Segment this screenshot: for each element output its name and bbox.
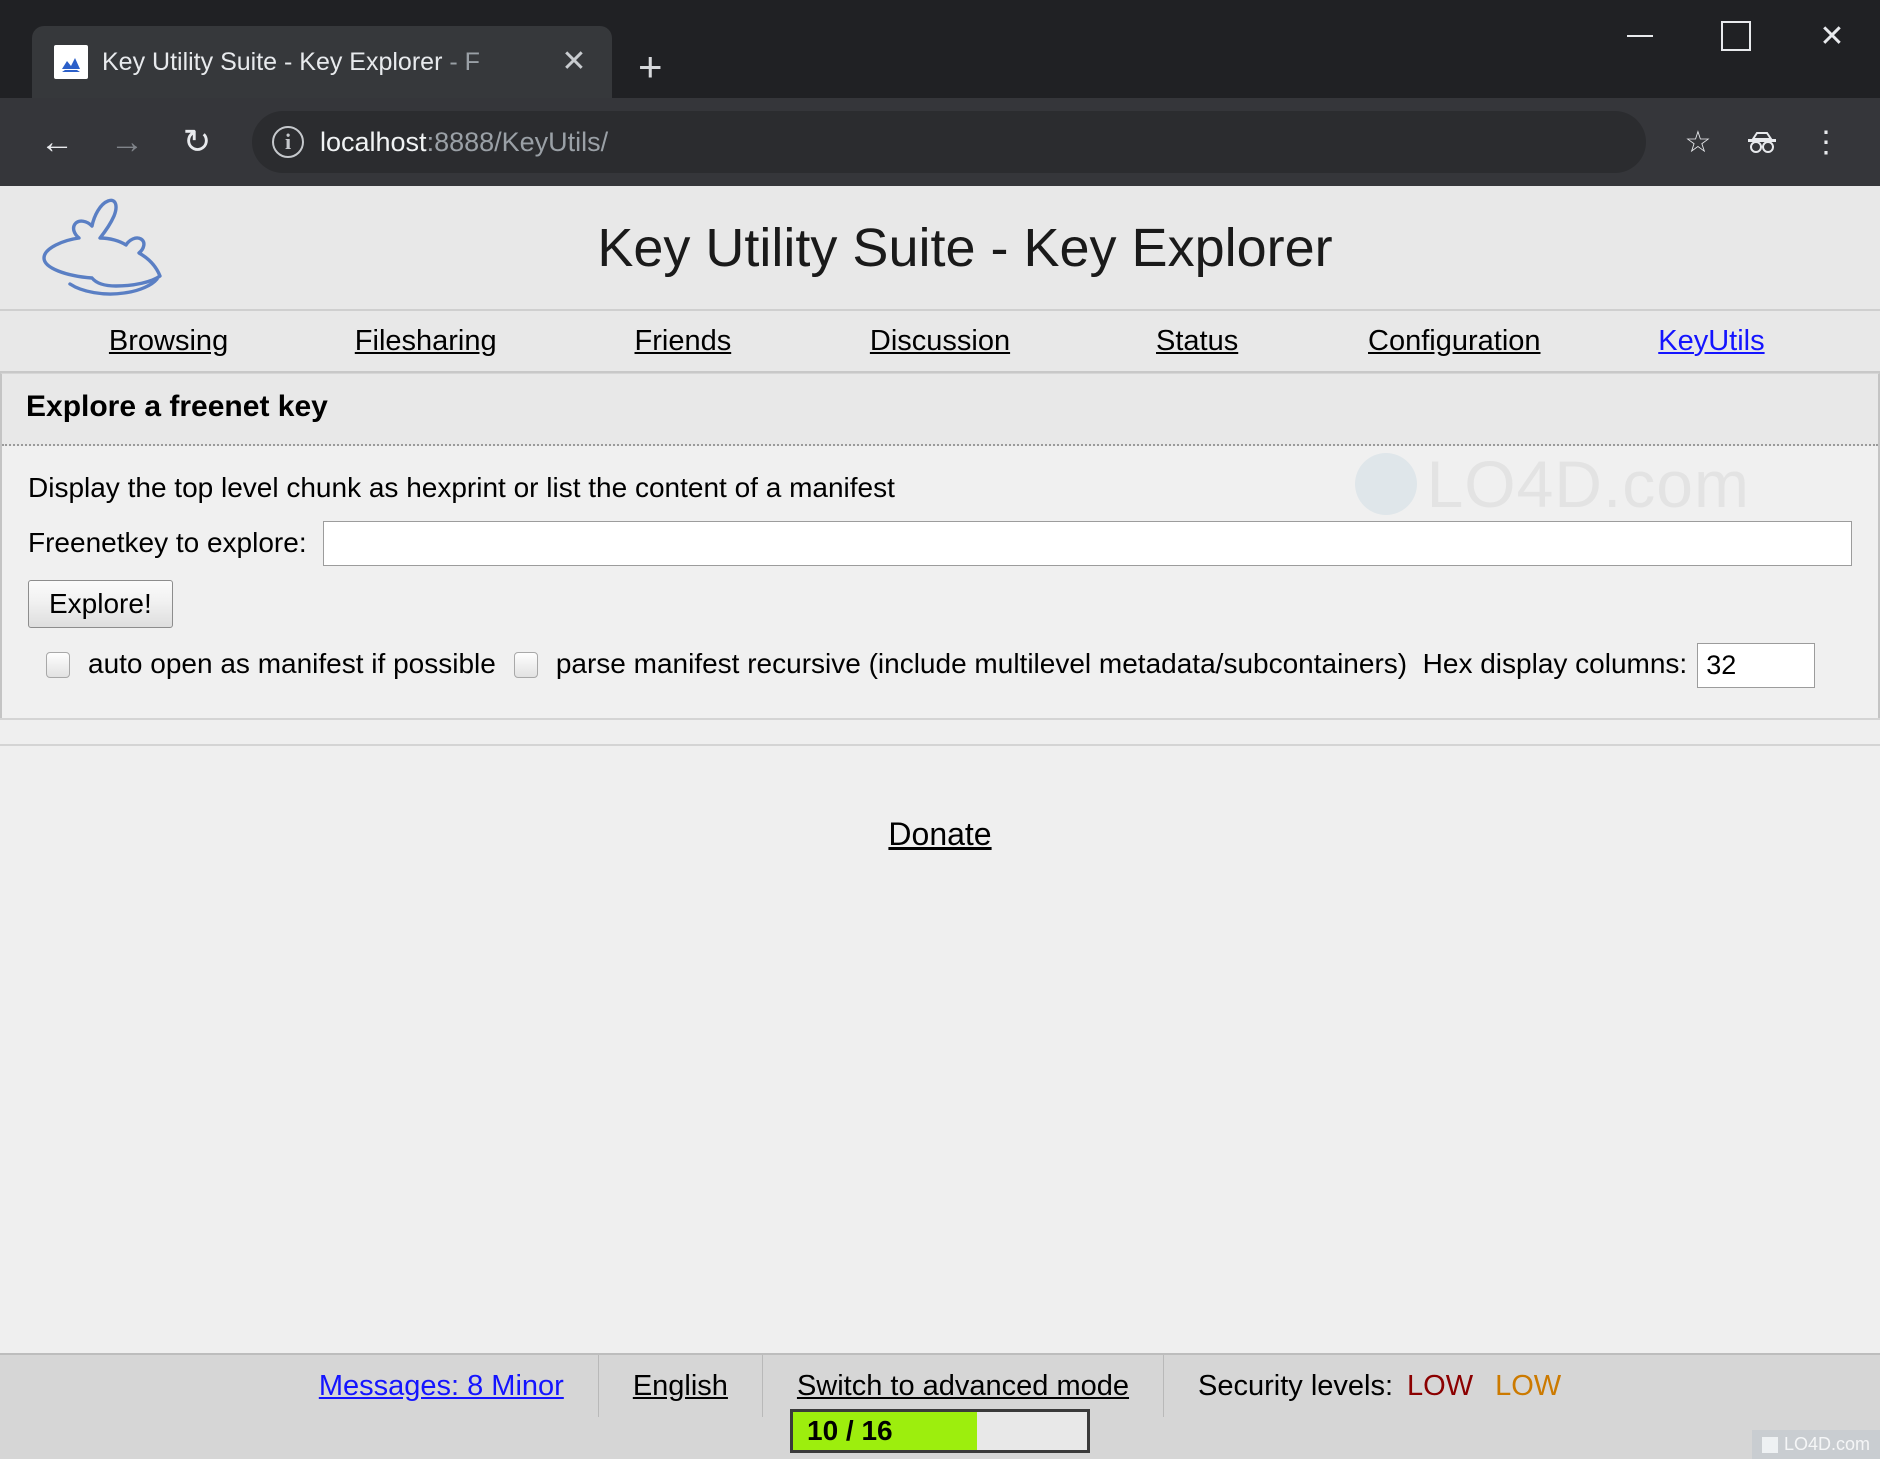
security-levels-label: Security levels:	[1198, 1369, 1394, 1402]
browser-window: Key Utility Suite - Key Explorer - F ✕ +…	[0, 0, 1880, 1459]
freenet-favicon	[54, 45, 88, 79]
browser-toolbar: ← → ↻ i localhost:8888/KeyUtils/ ☆ ⋮	[0, 98, 1880, 186]
nav-item-status[interactable]: Status	[1069, 325, 1326, 358]
browser-menu-icon[interactable]: ⋮	[1798, 114, 1854, 170]
close-tab-icon[interactable]: ✕	[556, 47, 592, 77]
tab-title: Key Utility Suite - Key Explorer - F	[102, 47, 480, 76]
parse-recursive-checkbox[interactable]	[513, 652, 538, 679]
browser-tab[interactable]: Key Utility Suite - Key Explorer - F ✕	[32, 26, 612, 98]
incognito-icon[interactable]	[1734, 114, 1790, 170]
language-link[interactable]: English	[633, 1370, 728, 1403]
bookmark-star-icon[interactable]: ☆	[1670, 114, 1726, 170]
options-row: auto open as manifest if possible parse m…	[28, 642, 1852, 688]
peers-progress-label: 10 / 16	[807, 1415, 893, 1446]
site-header: Key Utility Suite - Key Explorer LO4D.co…	[0, 186, 1880, 521]
security-network-badge: LOW	[1407, 1369, 1474, 1402]
key-form-row: Freenetkey to explore:	[28, 520, 1852, 566]
explore-button[interactable]: Explore!	[28, 579, 173, 628]
maximize-window-icon[interactable]	[1688, 0, 1784, 72]
hex-columns-input[interactable]	[1697, 642, 1816, 688]
switch-mode-link[interactable]: Switch to advanced mode	[797, 1370, 1129, 1403]
auto-open-manifest-checkbox[interactable]	[46, 652, 70, 679]
page-content: Key Utility Suite - Key Explorer LO4D.co…	[0, 186, 1880, 1459]
explore-button-row: Explore!	[28, 579, 1852, 642]
footer-language-cell: English	[599, 1355, 763, 1417]
site-footer: Messages: 8 Minor English Switch to adva…	[0, 1353, 1880, 1459]
close-window-icon[interactable]: ✕	[1784, 0, 1880, 72]
freenet-rabbit-logo	[0, 192, 230, 304]
reload-icon[interactable]: ↻	[166, 111, 228, 173]
panel-heading: Explore a freenet key	[2, 374, 1878, 446]
browser-titlebar: Key Utility Suite - Key Explorer - F ✕ +…	[0, 0, 1880, 98]
nav-item-configuration[interactable]: Configuration	[1326, 325, 1583, 358]
nav-item-filesharing[interactable]: Filesharing	[297, 325, 554, 358]
site-nav: Browsing Filesharing Friends Discussion …	[0, 311, 1880, 373]
page-viewport: Key Utility Suite - Key Explorer LO4D.co…	[0, 186, 1880, 1459]
watermark-corner: LO4D.com	[1751, 1430, 1880, 1459]
nav-item-discussion[interactable]: Discussion	[811, 325, 1068, 358]
freenet-key-input[interactable]	[322, 520, 1852, 566]
explore-key-panel: Explore a freenet key Display the top le…	[0, 373, 1880, 718]
donate-link[interactable]: Donate	[888, 816, 991, 860]
minimize-window-icon[interactable]	[1592, 0, 1688, 72]
footer-messages-cell: Messages: 8 Minor	[285, 1355, 599, 1417]
hex-columns-label: Hex display columns:	[1422, 647, 1688, 679]
parse-recursive-label: parse manifest recursive (include multil…	[555, 647, 1408, 679]
forward-icon[interactable]: →	[96, 111, 158, 173]
footer-security-cell: Security levels: LOW LOW	[1164, 1355, 1595, 1417]
address-bar[interactable]: i localhost:8888/KeyUtils/	[252, 111, 1646, 173]
nav-item-browsing[interactable]: Browsing	[40, 325, 297, 358]
new-tab-button[interactable]: +	[638, 46, 663, 88]
window-controls: ✕	[1592, 0, 1880, 72]
donate-section: Donate LO4D.com	[0, 745, 1880, 1353]
messages-link[interactable]: Messages: 8 Minor	[319, 1370, 564, 1403]
nav-item-keyutils[interactable]: KeyUtils	[1583, 325, 1840, 358]
address-bar-url: localhost:8888/KeyUtils/	[320, 126, 609, 157]
peers-progress-bar: 10 / 16	[790, 1409, 1090, 1453]
back-icon[interactable]: ←	[26, 111, 88, 173]
section-divider	[0, 717, 1880, 746]
security-physical-badge: LOW	[1495, 1369, 1562, 1402]
nav-item-friends[interactable]: Friends	[554, 325, 811, 358]
site-info-icon[interactable]: i	[272, 126, 304, 158]
footer-mode-cell: Switch to advanced mode	[763, 1355, 1165, 1417]
page-title: Key Utility Suite - Key Explorer	[597, 217, 1333, 278]
panel-description: Display the top level chunk as hexprint …	[28, 472, 895, 503]
auto-open-manifest-label: auto open as manifest if possible	[88, 647, 496, 679]
footer-row: Messages: 8 Minor English Switch to adva…	[0, 1355, 1880, 1417]
panel-body: Display the top level chunk as hexprint …	[2, 446, 1878, 718]
key-input-label: Freenetkey to explore:	[28, 526, 307, 558]
